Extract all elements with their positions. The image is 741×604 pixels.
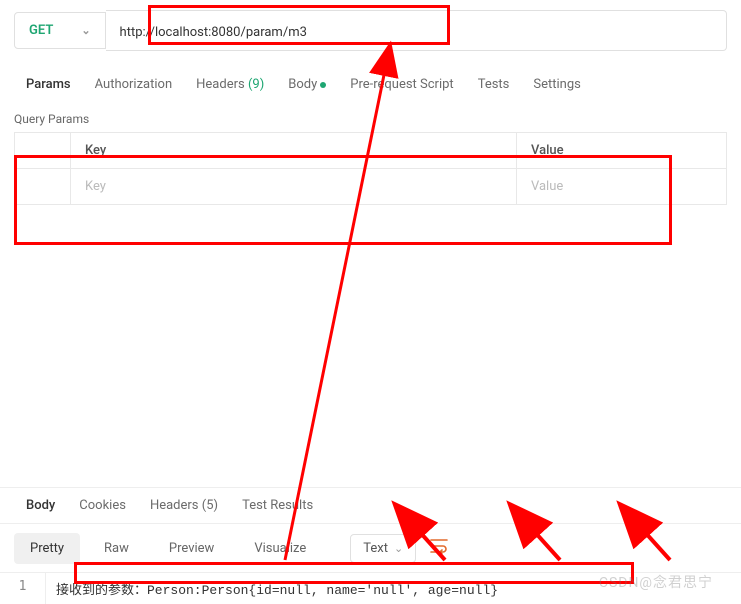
response-tabs: Body Cookies Headers (5) Test Results xyxy=(0,488,741,524)
tab-headers[interactable]: Headers (9) xyxy=(184,69,276,100)
response-view-row: Pretty Raw Preview Visualize Text ⌄ xyxy=(0,524,741,572)
response-code-area: 1 接收到的参数：Person:Person{id=null, name='nu… xyxy=(0,572,741,604)
tab-body-label: Body xyxy=(288,77,317,92)
key-column-header: Key xyxy=(71,133,517,169)
tab-body[interactable]: Body xyxy=(276,69,338,100)
resp-tab-body[interactable]: Body xyxy=(14,488,67,523)
dot-indicator-icon xyxy=(320,82,326,88)
table-row[interactable]: Key Value xyxy=(15,169,727,205)
resp-tab-cookies[interactable]: Cookies xyxy=(67,488,138,523)
url-input-wrap xyxy=(106,10,727,51)
table-header-row: Key Value xyxy=(15,133,727,169)
chevron-down-icon: ⌄ xyxy=(394,542,403,555)
view-preview[interactable]: Preview xyxy=(153,533,230,564)
response-type-label: Text xyxy=(363,541,388,556)
http-method-label: GET xyxy=(29,23,53,38)
value-column-header: Value xyxy=(517,133,727,169)
query-params-table: Key Value Key Value xyxy=(14,132,727,205)
resp-tab-headers-count: (5) xyxy=(202,498,218,513)
wrap-lines-icon[interactable] xyxy=(424,532,454,564)
value-input-cell[interactable]: Value xyxy=(517,169,727,205)
query-params-label: Query Params xyxy=(0,100,741,132)
tab-settings[interactable]: Settings xyxy=(521,69,592,100)
line-number: 1 xyxy=(0,573,46,604)
checkbox-column-header xyxy=(15,133,71,169)
tab-prerequest[interactable]: Pre-request Script xyxy=(338,69,465,100)
response-type-dropdown[interactable]: Text ⌄ xyxy=(350,534,416,563)
response-area: Body Cookies Headers (5) Test Results Pr… xyxy=(0,487,741,604)
url-input[interactable] xyxy=(120,25,712,40)
chevron-down-icon: ⌄ xyxy=(81,24,90,37)
resp-tab-headers-label: Headers xyxy=(150,498,199,513)
response-body-text[interactable]: 接收到的参数：Person:Person{id=null, name='null… xyxy=(46,573,741,604)
tab-authorization[interactable]: Authorization xyxy=(83,69,185,100)
request-tabs: Params Authorization Headers (9) Body Pr… xyxy=(0,69,741,100)
tab-headers-label: Headers xyxy=(196,77,245,92)
resp-tab-test-results[interactable]: Test Results xyxy=(230,488,325,523)
key-input-cell[interactable]: Key xyxy=(71,169,517,205)
view-pretty[interactable]: Pretty xyxy=(14,533,80,564)
view-visualize[interactable]: Visualize xyxy=(238,533,322,564)
view-raw[interactable]: Raw xyxy=(88,533,145,564)
tab-tests[interactable]: Tests xyxy=(466,69,522,100)
tab-params[interactable]: Params xyxy=(14,69,83,100)
tab-headers-count: (9) xyxy=(248,77,264,92)
http-method-select[interactable]: GET ⌄ xyxy=(14,12,106,49)
resp-tab-headers[interactable]: Headers (5) xyxy=(138,488,230,523)
query-params-box: Key Value Key Value xyxy=(14,132,727,205)
checkbox-cell[interactable] xyxy=(15,169,71,205)
